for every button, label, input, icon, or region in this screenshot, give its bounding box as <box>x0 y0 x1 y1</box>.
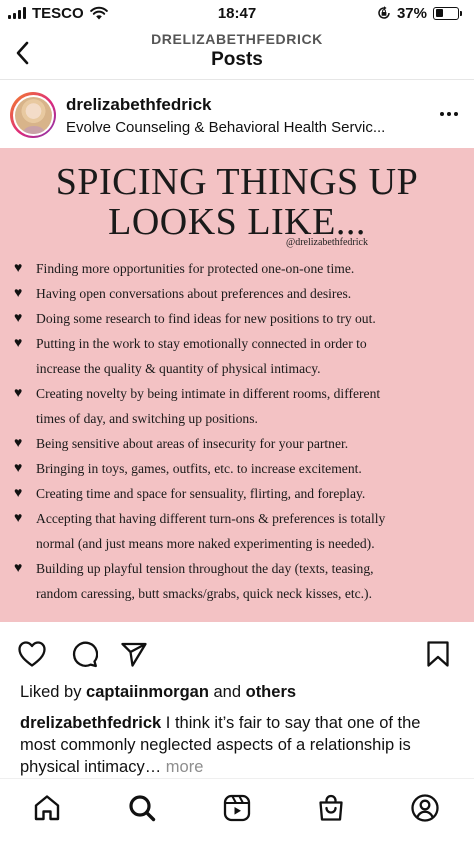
caption-more-link[interactable]: more <box>161 758 204 776</box>
home-icon <box>34 795 60 821</box>
post-image[interactable]: SPICING THINGS UP LOOKS LIKE... @dreliza… <box>0 148 474 622</box>
liked-by-others[interactable]: others <box>246 683 296 701</box>
tip-line: Being sensitive about areas of insecurit… <box>36 436 349 451</box>
tip-item: ♥ Putting in the work to stay emotionally… <box>14 331 458 381</box>
heart-bullet-icon: ♥ <box>14 486 23 501</box>
more-options-button[interactable] <box>436 104 462 124</box>
tip-line: Doing some research to find ideas for ne… <box>36 311 376 326</box>
tip-item: ♥ Doing some research to find ideas for n… <box>14 306 458 331</box>
heart-bullet-icon: ♥ <box>14 461 23 476</box>
clock: 18:47 <box>217 4 257 22</box>
tip-line: Finding more opportunities for protected… <box>36 261 355 276</box>
tip-item: ♥ Having open conversations about prefere… <box>14 281 458 306</box>
page-title: Posts <box>211 49 263 70</box>
liked-by-prefix: Liked by <box>20 683 87 701</box>
profile-icon <box>411 794 439 822</box>
tips-list: ♥ Finding more opportunities for protecte… <box>14 256 458 606</box>
profile-handle-header: DRELIZABETHFEDRICK <box>151 31 323 47</box>
more-horizontal-icon <box>440 112 444 116</box>
image-handle: @drelizabethfedrick <box>286 237 368 248</box>
tab-profile[interactable] <box>408 791 442 825</box>
tip-line: Having open conversations about preferen… <box>36 286 352 301</box>
action-bar <box>0 630 474 676</box>
tip-item: ♥ Finding more opportunities for protecte… <box>14 256 458 281</box>
tip-item: ♥ Building up playful tension throughout … <box>14 556 458 606</box>
tip-line: times of day, and switching up positions… <box>36 411 258 426</box>
tip-line: random caressing, butt smacks/grabs, qui… <box>36 586 372 601</box>
tip-item: ♥ Creating novelty by being intimate in d… <box>14 381 458 431</box>
post-location[interactable]: Evolve Counseling & Behavioral Health Se… <box>66 119 385 136</box>
tip-line: increase the quality & quantity of physi… <box>36 361 321 376</box>
tab-bar <box>0 778 474 842</box>
tab-home[interactable] <box>30 791 64 825</box>
tip-item: ♥ Creating time and space for sensuality,… <box>14 481 458 506</box>
post-header: drelizabethfedrick Evolve Counseling & B… <box>0 84 474 146</box>
heart-bullet-icon: ♥ <box>14 261 23 276</box>
tip-line: Putting in the work to stay emotionally … <box>36 336 367 351</box>
shop-icon <box>319 794 343 821</box>
liked-by-middle: and <box>208 683 246 701</box>
heart-bullet-icon: ♥ <box>14 561 23 576</box>
like-button[interactable] <box>16 638 48 670</box>
image-title-line1: SPICING THINGS UP <box>55 161 419 203</box>
tip-item: ♥ Accepting that having different turn-on… <box>14 506 458 556</box>
tab-reels[interactable] <box>220 791 254 825</box>
send-icon <box>121 642 147 667</box>
heart-bullet-icon: ♥ <box>14 436 23 451</box>
tip-line: Creating time and space for sensuality, … <box>36 486 366 501</box>
tip-line: Bringing in toys, games, outfits, etc. t… <box>36 461 362 476</box>
comment-button[interactable] <box>68 638 100 670</box>
image-title-line2: LOOKS LIKE... <box>108 201 366 243</box>
caption-username[interactable]: drelizabethfedrick <box>20 714 161 732</box>
comment-icon <box>72 641 98 668</box>
tip-item: ♥ Being sensitive about areas of insecuri… <box>14 431 458 456</box>
search-icon <box>129 795 156 822</box>
caption: drelizabethfedrick I think it’s fair to … <box>20 712 460 778</box>
save-button[interactable] <box>422 638 454 670</box>
tip-line: Creating novelty by being intimate in di… <box>36 386 381 401</box>
reels-icon <box>223 794 251 822</box>
liked-by-user[interactable]: captaiinmorgan <box>86 683 209 701</box>
tip-line: normal (and just means more naked experi… <box>36 536 375 551</box>
tip-line: Accepting that having different turn-ons… <box>36 511 386 526</box>
status-bar: TESCO 18:47 37% <box>0 0 474 26</box>
nav-header: DRELIZABETHFEDRICK Posts <box>0 28 474 80</box>
heart-icon <box>18 641 46 667</box>
heart-bullet-icon: ♥ <box>14 386 23 401</box>
tab-shop[interactable] <box>314 791 348 825</box>
tip-line: Building up playful tension throughout t… <box>36 561 374 576</box>
heart-bullet-icon: ♥ <box>14 511 23 526</box>
share-button[interactable] <box>118 638 150 670</box>
tip-item: ♥ Bringing in toys, games, outfits, etc. … <box>14 456 458 481</box>
heart-bullet-icon: ♥ <box>14 286 23 301</box>
avatar[interactable] <box>10 92 56 138</box>
tab-search[interactable] <box>125 791 159 825</box>
heart-bullet-icon: ♥ <box>14 311 23 326</box>
heart-bullet-icon: ♥ <box>14 336 23 351</box>
bookmark-icon <box>427 641 449 667</box>
liked-by[interactable]: Liked by captaiinmorgan and others <box>20 683 296 702</box>
post-username[interactable]: drelizabethfedrick <box>66 95 212 115</box>
